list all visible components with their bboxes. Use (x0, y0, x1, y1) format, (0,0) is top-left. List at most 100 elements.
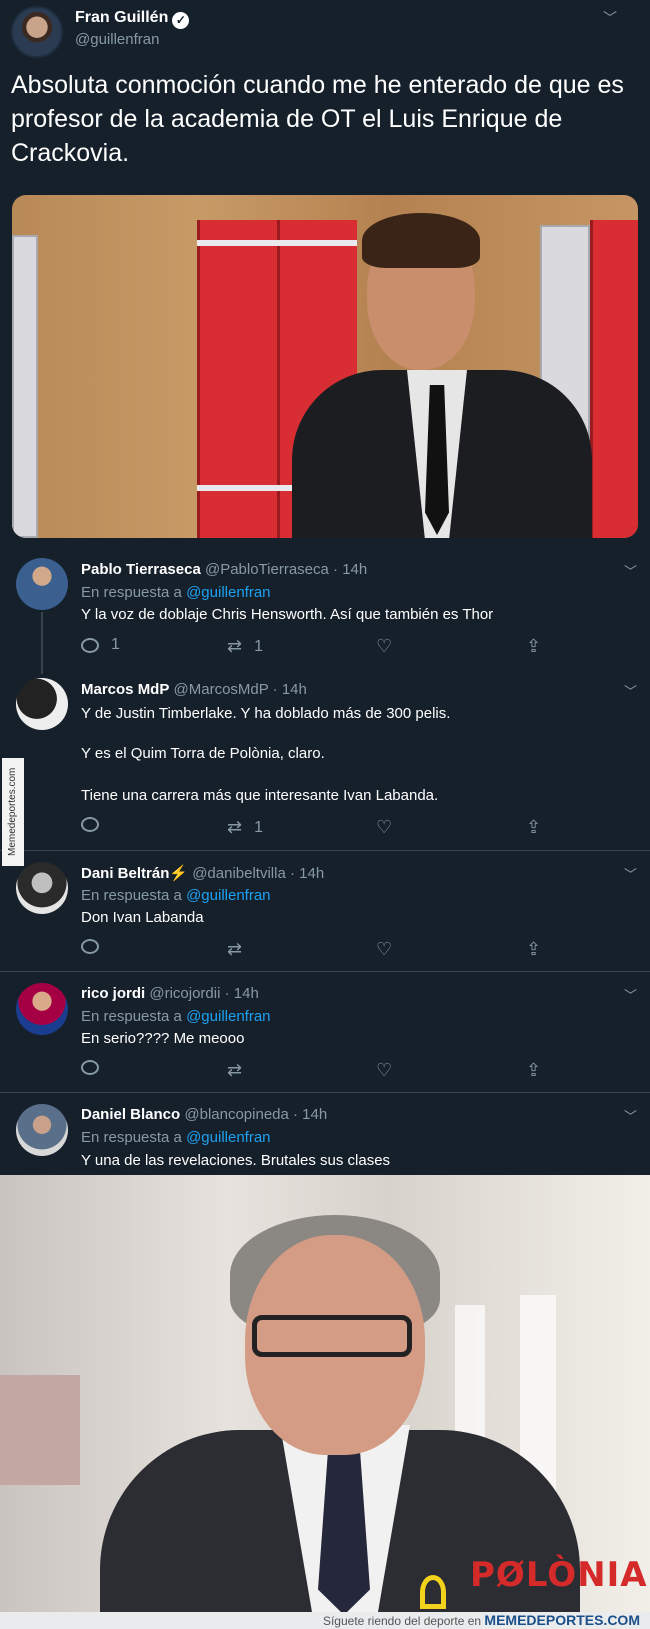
reply-icon (81, 939, 99, 954)
reply-actions: ⇄ ♡ ⇪ (81, 939, 541, 961)
reply-button[interactable] (81, 939, 99, 954)
reply-actions: ⇄ 1 ♡ ⇪ (81, 817, 541, 839)
poster (0, 1375, 80, 1485)
reply-author-handle[interactable]: @ricojordii · 14h (149, 985, 258, 1002)
in-reply-prefix: En respuesta a (81, 1129, 187, 1146)
reply-actions: ⇄ ♡ ⇪ (81, 1060, 541, 1082)
reply-button[interactable]: 1 (81, 636, 120, 654)
retweet-button[interactable]: ⇄ 1 (227, 636, 263, 657)
reply-header: Marcos MdP @MarcosMdP · 14h (81, 681, 307, 698)
retweet-button[interactable]: ⇄ 1 (227, 817, 263, 838)
watermark: Memedeportes.com (2, 758, 24, 866)
reply-button[interactable] (81, 1060, 99, 1075)
tweet-photo[interactable] (12, 195, 638, 538)
like-button[interactable]: ♡ (376, 1060, 392, 1081)
in-reply-link[interactable]: @guillenfran (186, 1008, 270, 1025)
reply-icon (81, 1060, 99, 1075)
reply-text: Don Ivan Labanda (81, 909, 204, 926)
chevron-down-icon[interactable]: ﹀ (624, 864, 637, 883)
in-reply-prefix: En respuesta a (81, 584, 187, 601)
in-reply-link[interactable]: @guillenfran (186, 887, 270, 904)
reply-author-handle[interactable]: @MarcosMdP · 14h (174, 681, 307, 698)
share-icon: ⇪ (526, 817, 542, 837)
glasses (252, 1315, 412, 1357)
polonia-logo: PØLÒNIA (470, 1555, 648, 1595)
chevron-down-icon[interactable]: ﹀ (624, 1106, 637, 1125)
share-icon: ⇪ (526, 1060, 542, 1080)
reply-photo[interactable]: PØLÒNIA (0, 1175, 650, 1612)
reply-avatar[interactable] (16, 678, 68, 730)
reply-author-name[interactable]: rico jordi (81, 985, 145, 1002)
footer-banner: Síguete riendo del deporte en MEMEDEPORT… (0, 1612, 650, 1629)
reply-count: 1 (111, 636, 120, 653)
chevron-down-icon[interactable]: ﹀ (624, 561, 637, 580)
reply-actions: 1 ⇄ 1 ♡ ⇪ (81, 636, 541, 658)
locker-door (12, 235, 38, 538)
reply-button[interactable] (81, 817, 99, 832)
reply-text: Y es el Quim Torra de Polònia, claro. (81, 745, 325, 762)
author-handle[interactable]: @guillenfran (75, 31, 159, 48)
yellow-ribbon-icon (420, 1575, 446, 1609)
reply-avatar[interactable] (16, 862, 68, 914)
retweet-count: 1 (254, 818, 263, 836)
verified-badge-icon: ✓ (172, 12, 190, 29)
share-icon: ⇪ (526, 636, 542, 656)
in-reply-prefix: En respuesta a (81, 887, 187, 904)
chevron-down-icon[interactable]: ﹀ (603, 8, 617, 28)
reply-text: Tiene una carrera más que interesante Iv… (81, 787, 439, 804)
retweet-icon: ⇄ (227, 1060, 243, 1080)
reply-header: Dani Beltrán⚡ @danibeltvilla · 14h (81, 864, 324, 882)
reply-text: Y una de las revelaciones. Brutales sus … (81, 1152, 391, 1169)
reply-author-handle[interactable]: @PabloTierraseca · 14h (205, 561, 367, 578)
separator (0, 850, 650, 851)
in-reply-to: En respuesta a @guillenfran (81, 584, 271, 601)
in-reply-link[interactable]: @guillenfran (186, 584, 270, 601)
author-name[interactable]: Fran Guillén (75, 9, 168, 26)
retweet-icon: ⇄ (227, 636, 243, 656)
reply-avatar[interactable] (16, 558, 68, 610)
share-button[interactable]: ⇪ (526, 636, 541, 657)
like-button[interactable]: ♡ (376, 636, 392, 657)
reply-author-name[interactable]: Daniel Blanco (81, 1106, 180, 1123)
chevron-down-icon[interactable]: ﹀ (624, 681, 637, 700)
share-button[interactable]: ⇪ (526, 1060, 541, 1081)
retweet-icon: ⇄ (227, 817, 243, 837)
reply-text: Y la voz de doblaje Chris Hensworth. Así… (81, 606, 494, 623)
reply-avatar[interactable] (16, 983, 68, 1035)
reply-header: Pablo Tierraseca @PabloTierraseca · 14h (81, 561, 367, 578)
reply-author-name[interactable]: Dani Beltrán⚡ (81, 865, 188, 882)
separator (0, 1092, 650, 1093)
chevron-down-icon[interactable]: ﹀ (624, 985, 637, 1004)
reply-author-handle[interactable]: @danibeltvilla · 14h (192, 865, 324, 882)
thread-line (41, 612, 43, 674)
in-reply-to: En respuesta a @guillenfran (81, 887, 271, 904)
reply-icon (81, 637, 99, 653)
reply-author-handle[interactable]: @blancopineda · 14h (184, 1106, 327, 1123)
tweet-text: Absoluta conmoción cuando me he enterado… (11, 71, 624, 167)
retweet-button[interactable]: ⇄ (227, 1060, 242, 1081)
reply-author-name[interactable]: Marcos MdP (81, 681, 169, 698)
retweet-count: 1 (254, 637, 263, 655)
share-icon: ⇪ (526, 939, 542, 959)
author-avatar[interactable] (11, 6, 63, 58)
reply-author-name[interactable]: Pablo Tierraseca (81, 561, 201, 578)
footer-prefix: Síguete riendo del deporte en (322, 1614, 485, 1628)
heart-icon: ♡ (376, 1060, 393, 1080)
like-button[interactable]: ♡ (376, 817, 392, 838)
reply-avatar[interactable] (16, 1104, 68, 1156)
reply-header: rico jordi @ricojordii · 14h (81, 985, 259, 1002)
locker (590, 220, 638, 538)
author-name-row[interactable]: Fran Guillén ✓ (75, 9, 190, 29)
share-button[interactable]: ⇪ (526, 939, 541, 960)
in-reply-to: En respuesta a @guillenfran (81, 1008, 271, 1025)
retweet-button[interactable]: ⇄ (227, 939, 242, 960)
like-button[interactable]: ♡ (376, 939, 392, 960)
reply-header: Daniel Blanco @blancopineda · 14h (81, 1106, 327, 1123)
footer-brand[interactable]: MEMEDEPORTES.COM (484, 1612, 640, 1628)
in-reply-to: En respuesta a @guillenfran (81, 1129, 271, 1146)
reply-text: Y de Justin Timberlake. Y ha doblado más… (81, 705, 451, 722)
retweet-icon: ⇄ (227, 939, 243, 959)
share-button[interactable]: ⇪ (526, 817, 541, 838)
in-reply-link[interactable]: @guillenfran (186, 1129, 270, 1146)
locker-stripe (197, 240, 357, 246)
